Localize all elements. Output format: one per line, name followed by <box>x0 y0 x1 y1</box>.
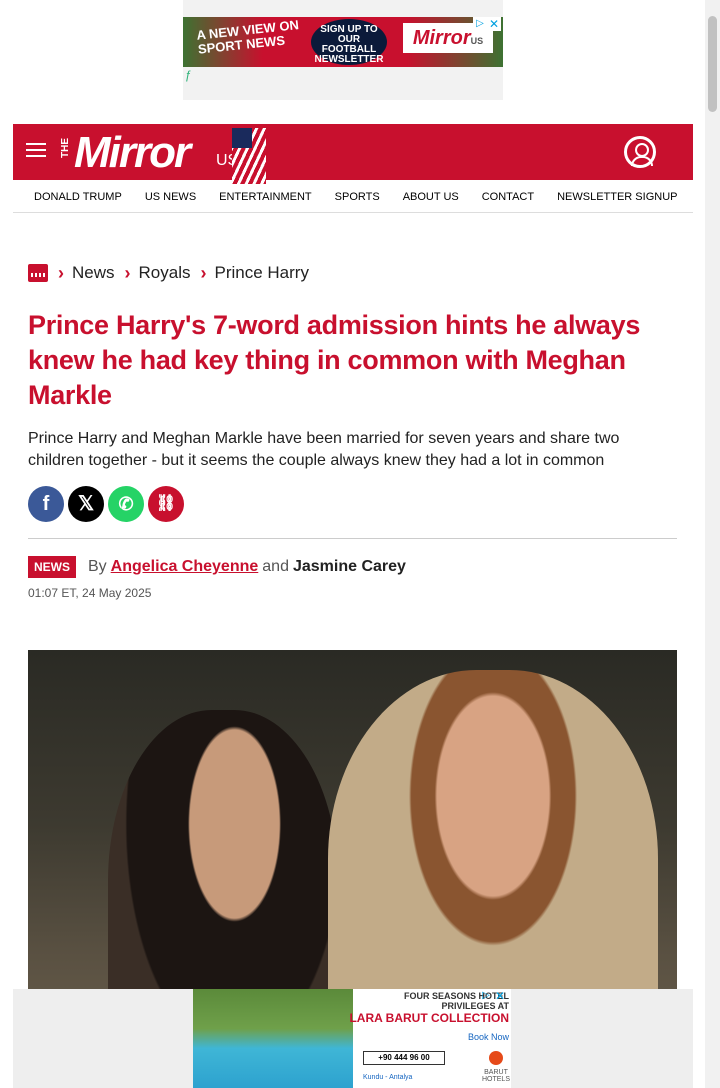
ad-line-2: LARA BARUT COLLECTION <box>349 1011 509 1025</box>
author-name: Jasmine Carey <box>292 558 406 575</box>
facebook-icon: f <box>42 493 50 515</box>
page-scrollbar[interactable] <box>705 0 720 1088</box>
copy-link-icon: ⛓ <box>155 495 177 512</box>
breadcrumb-news[interactable]: News <box>72 263 115 283</box>
logo-the: THE <box>60 138 71 158</box>
chevron-right-icon: › <box>58 263 64 283</box>
author-link[interactable]: Angelica Cheyenne <box>111 558 259 576</box>
and-label: and <box>262 558 289 575</box>
byline: NEWS By Angelica Cheyenne and Jasmine Ca… <box>28 556 406 578</box>
copy-link-button[interactable]: ⛓ <box>148 486 184 522</box>
ad-location: Kundu - Antalya <box>363 1074 413 1081</box>
nav-item-about-us[interactable]: ABOUT US <box>403 180 459 214</box>
whatsapp-icon: ✆ <box>118 494 134 514</box>
barut-logo-icon <box>489 1051 503 1065</box>
by-label: By <box>88 558 107 575</box>
ad-cta[interactable]: SIGN UP TO OUR FOOTBALL NEWSLETTER <box>311 19 387 65</box>
article-timestamp: 01:07 ET, 24 May 2025 <box>28 586 152 600</box>
nav-item-us-news[interactable]: US NEWS <box>145 180 196 214</box>
chevron-right-icon: › <box>124 263 131 283</box>
breadcrumb-royals[interactable]: Royals <box>139 263 191 283</box>
ad-creative[interactable]: FOUR SEASONS HOTEL PRIVILEGES AT LARA BA… <box>193 989 511 1088</box>
adchoices-icon[interactable]: ▷ <box>473 17 487 31</box>
flag-graphic <box>232 128 266 184</box>
ad-brand: BARUT HOTELS <box>481 1069 510 1083</box>
masthead: THE Mirror US <box>13 124 693 184</box>
mirror-home-icon[interactable] <box>28 264 48 282</box>
scrollbar-thumb[interactable] <box>708 16 717 112</box>
nav-item-entertainment[interactable]: ENTERTAINMENT <box>219 180 312 214</box>
close-icon[interactable]: ✕ <box>493 989 507 1003</box>
divider <box>28 538 677 539</box>
x-share-button[interactable]: 𝕏 <box>68 486 104 522</box>
chevron-right-icon: › <box>200 263 207 283</box>
ad-resort-photo <box>193 989 353 1088</box>
close-icon[interactable]: ✕ <box>487 17 501 31</box>
freestar-icon[interactable]: ƒ <box>185 68 192 82</box>
main-navigation: DONALD TRUMP US NEWS ENTERTAINMENT SPORT… <box>13 180 693 213</box>
ad-banner[interactable]: A NEW VIEW ON SPORT NEWS SIGN UP TO OUR … <box>183 17 503 67</box>
user-account-icon[interactable] <box>624 136 656 168</box>
article-headline: Prince Harry's 7-word admission hints he… <box>28 310 641 410</box>
x-icon: 𝕏 <box>77 493 95 515</box>
article-standfirst: Prince Harry and Meghan Markle have been… <box>28 430 620 469</box>
bottom-advertisement[interactable]: FOUR SEASONS HOTEL PRIVILEGES AT LARA BA… <box>13 989 693 1088</box>
breadcrumb-prince-harry[interactable]: Prince Harry <box>214 263 308 283</box>
ad-brand-text: Mirror <box>412 27 471 49</box>
nav-item-sports[interactable]: SPORTS <box>335 180 380 214</box>
adchoices-icon[interactable]: ▷ <box>479 989 493 1003</box>
whatsapp-share-button[interactable]: ✆ <box>108 486 144 522</box>
ad-brand-suffix: US <box>470 36 484 46</box>
hamburger-menu-icon[interactable] <box>26 143 46 159</box>
ad-phone: +90 444 96 00 <box>363 1051 445 1065</box>
nav-item-donald-trump[interactable]: DONALD TRUMP <box>34 180 122 214</box>
top-advertisement[interactable]: A NEW VIEW ON SPORT NEWS SIGN UP TO OUR … <box>183 0 503 100</box>
nav-item-contact[interactable]: CONTACT <box>482 180 534 214</box>
ad-book-now[interactable]: Book Now <box>393 1032 509 1042</box>
nav-item-newsletter-signup[interactable]: NEWSLETTER SIGNUP <box>557 180 677 214</box>
share-buttons: f 𝕏 ✆ ⛓ <box>28 486 184 522</box>
facebook-share-button[interactable]: f <box>28 486 64 522</box>
category-badge[interactable]: NEWS <box>28 556 76 578</box>
breadcrumb: › News › Royals › Prince Harry <box>28 262 319 284</box>
logo-name: Mirror <box>74 128 191 177</box>
